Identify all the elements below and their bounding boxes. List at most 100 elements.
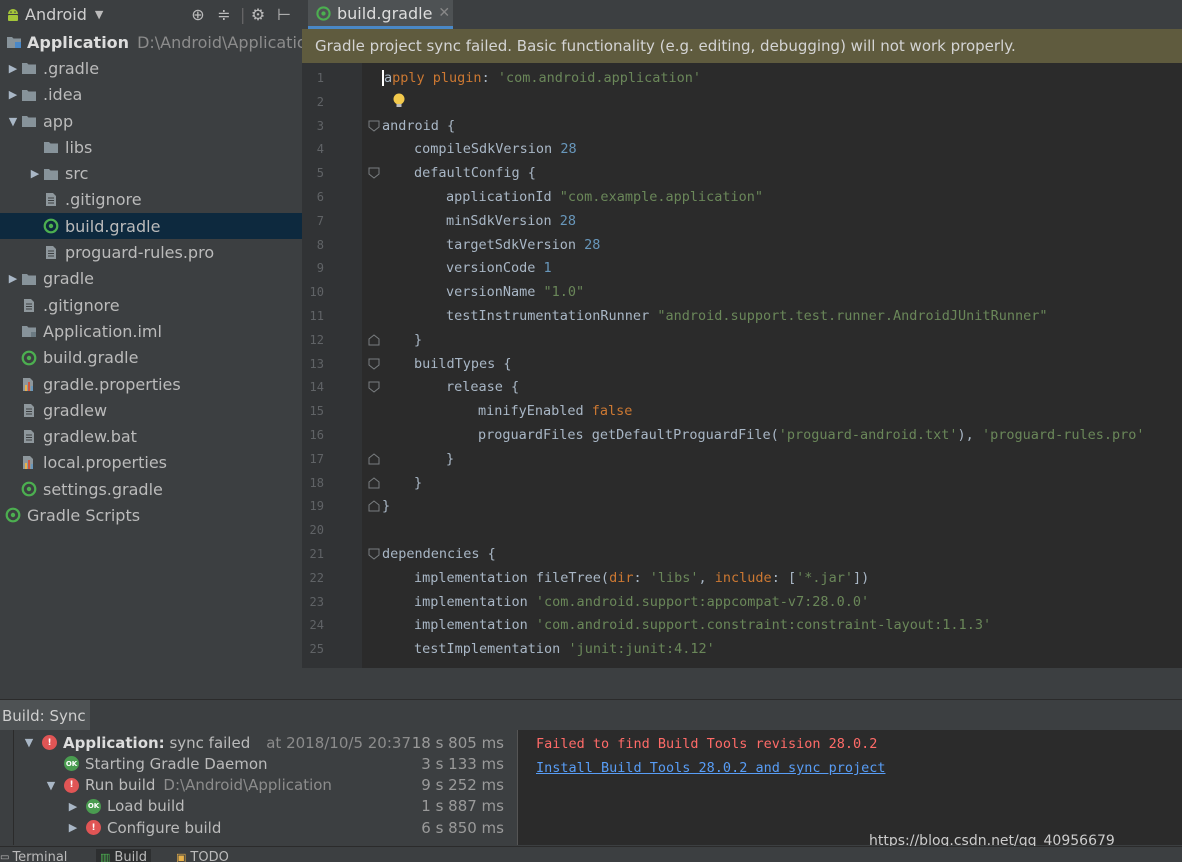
code-line[interactable]: 8 targetSdkVersion 28 — [302, 233, 1182, 257]
expanded-arrow-icon[interactable]: ▼ — [22, 736, 36, 749]
tree-item-settings-gradle[interactable]: settings.gradle — [0, 476, 302, 502]
line-number: 9 — [316, 261, 324, 276]
code-token: 'com.android.support:appcompat-v7:28.0.0… — [535, 593, 870, 610]
code-line[interactable]: 6 applicationId "com.example.application" — [302, 185, 1182, 209]
code-line[interactable]: 5 defaultConfig { — [302, 161, 1182, 185]
code-line[interactable]: 9 versionCode 1 — [302, 256, 1182, 280]
tree-item-build-gradle[interactable]: build.gradle — [0, 345, 302, 371]
tree-item-gradle-properties[interactable]: gradle.properties — [0, 371, 302, 397]
code-line[interactable]: 2 — [302, 90, 1182, 114]
code-line[interactable]: 10 versionName "1.0" — [302, 280, 1182, 304]
install-build-tools-link[interactable]: Install Build Tools 28.0.2 and sync proj… — [536, 760, 886, 776]
tree-item-app[interactable]: ▼ app — [0, 108, 302, 134]
fold-open-icon[interactable] — [368, 381, 380, 394]
fold-close-icon[interactable] — [368, 500, 380, 512]
build-tree-row[interactable]: OK Starting Gradle Daemon 3 s 133 ms — [14, 753, 514, 774]
tree-item-application-iml[interactable]: Application.iml — [0, 318, 302, 344]
code-line[interactable]: 25 testImplementation 'junit:junit:4.12' — [302, 637, 1182, 661]
code-token: dir — [609, 569, 634, 586]
tree-item-proguard-rules-pro[interactable]: proguard-rules.pro — [0, 239, 302, 265]
tree-item-gradlew-bat[interactable]: gradlew.bat — [0, 423, 302, 449]
collapsed-arrow-icon[interactable]: ▶ — [6, 88, 20, 101]
collapse-all-icon[interactable]: ≑ — [214, 5, 234, 24]
tree-item-libs[interactable]: libs — [0, 134, 302, 160]
code-line[interactable]: 7 minSdkVersion 28 — [302, 209, 1182, 233]
line-number: 23 — [309, 594, 324, 609]
fold-open-icon[interactable] — [368, 167, 380, 179]
code-token: targetSdkVersion — [446, 236, 585, 253]
code-line[interactable]: 14 release { — [302, 375, 1182, 399]
fold-close-icon[interactable] — [368, 334, 380, 346]
todo-tab[interactable]: ▣ TODO — [176, 849, 229, 862]
expanded-arrow-icon[interactable]: ▼ — [44, 779, 58, 792]
tree-item-label: .gradle — [43, 58, 100, 78]
hide-panel-icon[interactable]: ⊢ — [274, 5, 294, 24]
collapsed-arrow-icon[interactable]: ▶ — [28, 167, 42, 180]
code-line[interactable]: 1 apply plugin: 'com.android.application' — [302, 66, 1182, 90]
line-number: 8 — [316, 237, 324, 252]
tree-item-build-gradle[interactable]: build.gradle — [0, 213, 302, 240]
collapsed-arrow-icon[interactable]: ▶ — [66, 821, 80, 834]
tree-item-local-properties[interactable]: local.properties — [0, 450, 302, 476]
fold-open-icon[interactable] — [368, 120, 380, 132]
collapsed-arrow-icon[interactable]: ▶ — [6, 62, 20, 75]
build-tab[interactable]: ▥ Build — [96, 849, 152, 862]
fold-open-icon[interactable] — [368, 358, 380, 370]
chevron-down-icon[interactable]: ▼ — [95, 8, 103, 21]
gear-icon[interactable]: ⚙ — [248, 5, 268, 24]
tree-item-gradlew[interactable]: gradlew — [0, 397, 302, 423]
divider: | — [240, 5, 246, 24]
gradle-icon — [20, 350, 38, 366]
code-line[interactable]: 17} — [302, 447, 1182, 471]
code-editor[interactable]: 1 apply plugin: 'com.android.application'… — [302, 63, 1182, 668]
code-line[interactable]: 15 minifyEnabled false — [302, 399, 1182, 423]
code-line[interactable]: 16 proguardFiles getDefaultProguardFile('… — [302, 423, 1182, 447]
tree-item-src[interactable]: ▶ src — [0, 160, 302, 186]
code-line[interactable]: 12} — [302, 328, 1182, 352]
line-number: 6 — [316, 190, 324, 204]
tab-build-gradle[interactable]: build.gradle ✕ — [308, 0, 453, 29]
line-number: 5 — [316, 166, 324, 181]
build-tree-row[interactable]: ▶ OK Load build 1 s 887 ms — [14, 796, 514, 817]
build-sync-tab[interactable]: Build: Sync — [0, 700, 90, 731]
collapsed-arrow-icon[interactable]: ▶ — [66, 800, 80, 813]
code-line[interactable]: 13 buildTypes { — [302, 352, 1182, 376]
lightbulb-icon[interactable] — [392, 92, 406, 110]
code-line[interactable]: 19} — [302, 494, 1182, 518]
code-text: dependencies { — [382, 542, 496, 566]
tree-item-idea[interactable]: ▶ .idea — [0, 82, 302, 108]
code-line[interactable]: 4 compileSdkVersion 28 — [302, 137, 1182, 161]
properties-icon — [20, 376, 38, 392]
code-line[interactable]: 3 android { — [302, 114, 1182, 138]
fold-close-icon[interactable] — [368, 476, 380, 489]
expanded-arrow-icon[interactable]: ▼ — [6, 115, 20, 128]
code-line[interactable]: 18} — [302, 471, 1182, 495]
code-token: 'libs' — [649, 569, 699, 586]
tree-item-gitignore[interactable]: .gitignore — [0, 292, 302, 318]
code-token: dependencies { — [382, 546, 496, 562]
code-line[interactable]: 22 implementation fileTree(dir: 'libs', i… — [302, 566, 1182, 590]
folder-icon — [20, 271, 38, 287]
collapsed-arrow-icon[interactable]: ▶ — [6, 272, 20, 285]
build-tree-row[interactable]: ▶! Configure build 6 s 850 ms — [14, 817, 514, 838]
fold-close-icon[interactable] — [368, 453, 380, 465]
build-tree-row[interactable]: ▼! Application: sync failed at 2018/10/5 2… — [14, 732, 514, 753]
code-line[interactable]: 11 testInstrumentationRunner "android.sup… — [302, 304, 1182, 328]
locate-icon[interactable]: ⊕ — [188, 5, 208, 24]
build-tree-row[interactable]: ▼! Run build D:\Android\Application 9 s 252… — [14, 775, 514, 796]
tree-item-gradle-scripts[interactable]: Gradle Scripts — [0, 502, 302, 528]
code-line[interactable]: 23 implementation 'com.android.support:ap… — [302, 590, 1182, 614]
tree-item-gradle[interactable]: ▶ .gradle — [0, 55, 302, 81]
editor-footer — [302, 668, 1182, 697]
code-line[interactable]: 20 — [302, 518, 1182, 542]
close-icon[interactable]: ✕ — [438, 5, 450, 21]
tree-item-gradle[interactable]: ▶ gradle — [0, 266, 302, 292]
project-view-selector[interactable]: Android — [25, 5, 87, 24]
tree-item-gitignore[interactable]: .gitignore — [0, 187, 302, 213]
code-token: 'proguard-rules.pro' — [981, 427, 1145, 443]
terminal-tab[interactable]: ▭ Terminal — [0, 849, 67, 862]
fold-open-icon[interactable] — [368, 548, 380, 560]
code-line[interactable]: 21 dependencies { — [302, 542, 1182, 566]
tree-item-application[interactable]: Application D:\Android\Application — [0, 29, 317, 55]
code-line[interactable]: 24 implementation 'com.android.support.co… — [302, 613, 1182, 637]
